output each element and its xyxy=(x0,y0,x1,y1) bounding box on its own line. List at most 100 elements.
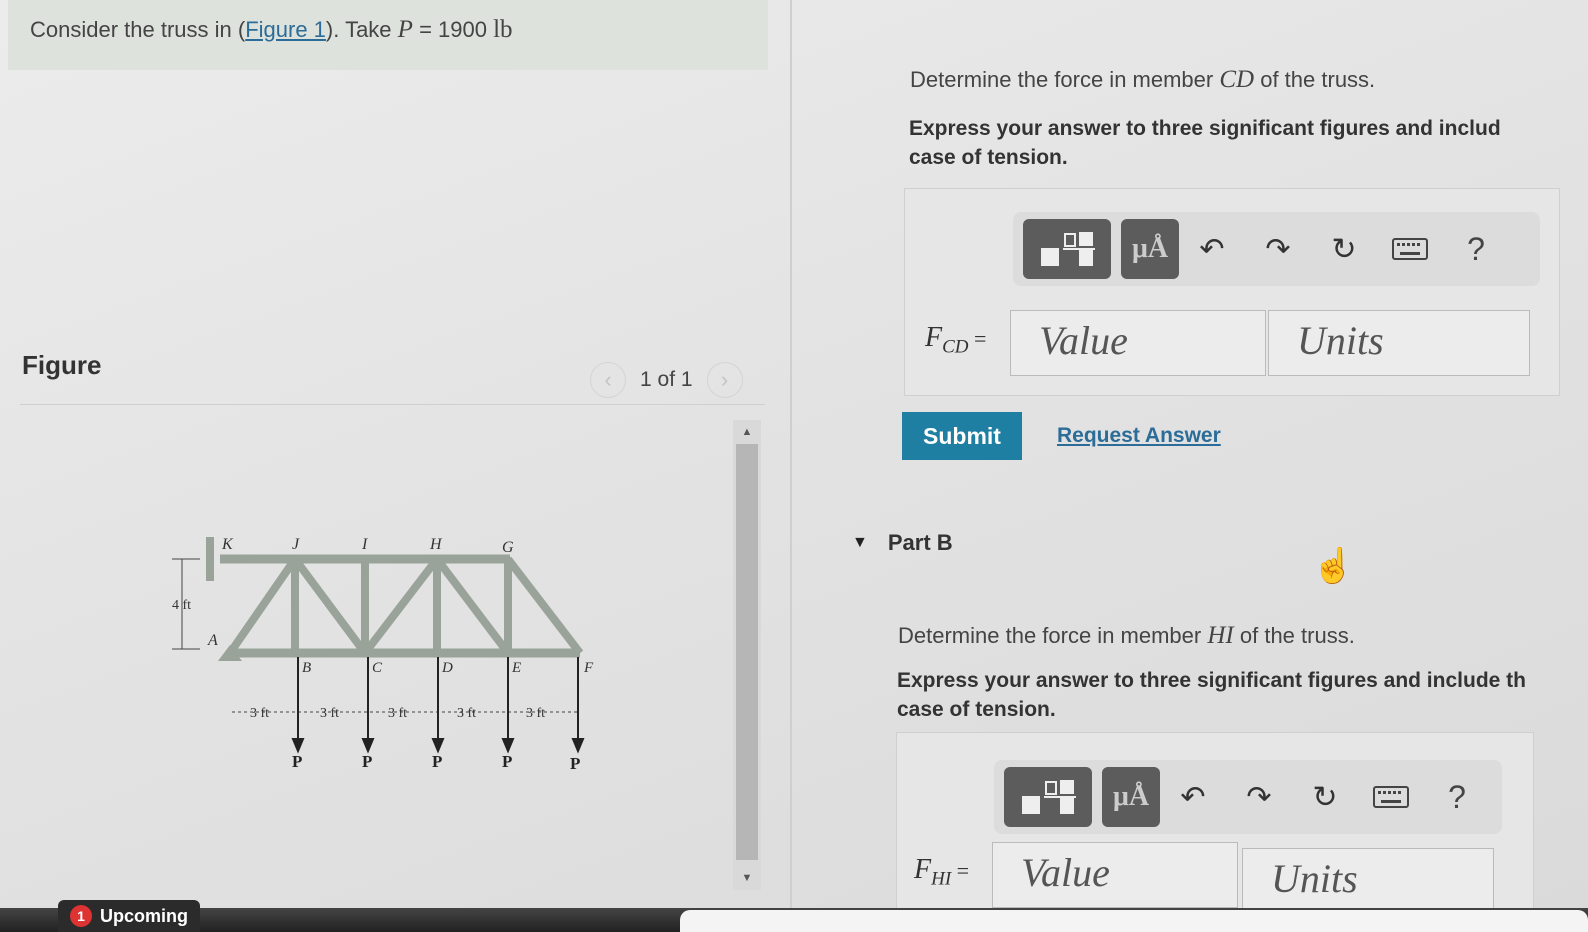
part-b-header[interactable]: ▼ Part B xyxy=(852,530,953,556)
load-label-f: P xyxy=(570,754,580,773)
part-b-units-input[interactable]: Units xyxy=(1242,848,1494,914)
redo-icon[interactable]: ↷ xyxy=(1245,222,1311,276)
taskbar-window xyxy=(680,910,1588,932)
os-taskbar xyxy=(0,908,1588,932)
part-a-member: CD xyxy=(1219,66,1255,93)
templates-icon[interactable] xyxy=(1023,219,1111,279)
node-b: B xyxy=(302,660,311,676)
span-label-5: 3 ft xyxy=(526,706,545,721)
request-answer-link[interactable]: Request Answer xyxy=(1057,424,1221,448)
part-b-variable: FHI = xyxy=(914,854,969,891)
span-label-3: 3 ft xyxy=(388,706,407,721)
node-c: C xyxy=(372,660,383,676)
upcoming-tab[interactable]: 1 Upcoming xyxy=(58,900,200,932)
member-he xyxy=(433,556,512,656)
part-b-instruction: Express your answer to three significant… xyxy=(897,666,1588,724)
scroll-up-arrow-icon[interactable]: ▲ xyxy=(733,422,761,442)
load-head-e xyxy=(501,738,515,754)
templates-icon[interactable] xyxy=(1004,767,1092,827)
load-head-f xyxy=(571,738,585,754)
upcoming-label: Upcoming xyxy=(100,905,188,926)
part-a-question-prefix: Determine the force in member xyxy=(910,67,1214,92)
part-b-value-input[interactable]: Value xyxy=(992,842,1238,908)
scroll-down-arrow-icon[interactable]: ▼ xyxy=(733,868,761,888)
part-b-title: Part B xyxy=(887,530,953,555)
figure-link[interactable]: Figure 1 xyxy=(245,17,326,42)
part-b-member: HI xyxy=(1207,622,1234,649)
reset-icon[interactable]: ↻ xyxy=(1311,222,1377,276)
load-label-e: P xyxy=(502,752,512,771)
undo-icon[interactable]: ↶ xyxy=(1179,222,1245,276)
mu-button[interactable]: μÅ xyxy=(1102,767,1160,827)
node-d: D xyxy=(441,660,453,676)
part-a-var-main: F xyxy=(925,322,943,353)
load-label-c: P xyxy=(362,752,372,771)
left-pane: Consider the truss in (Figure 1). Take P… xyxy=(0,0,785,932)
help-icon[interactable]: ? xyxy=(1443,222,1509,276)
redo-icon[interactable]: ↷ xyxy=(1226,770,1292,824)
node-j: J xyxy=(292,536,300,553)
member-ch xyxy=(361,556,441,656)
height-label: 4 ft xyxy=(172,598,191,613)
problem-suffix: ). Take xyxy=(325,17,392,42)
mu-label: μÅ xyxy=(1131,233,1169,264)
part-b-var-sub: HI xyxy=(931,868,952,890)
part-b-question: Determine the force in member HI of the … xyxy=(898,622,1355,650)
figure-divider xyxy=(20,404,765,405)
wall-support xyxy=(206,537,214,581)
figure-pager: ‹ 1 of 1 › xyxy=(590,362,743,398)
load-head-d xyxy=(431,738,445,754)
part-a-instruction-line2: case of tension. xyxy=(909,146,1068,169)
part-b-question-prefix: Determine the force in member xyxy=(898,623,1202,648)
part-a-variable: FCD = xyxy=(925,322,986,359)
span-label-1: 3 ft xyxy=(250,706,269,721)
problem-var-p: P xyxy=(397,16,413,43)
part-a-value-input[interactable]: Value xyxy=(1010,310,1266,376)
part-a-question-suffix: of the truss. xyxy=(1260,67,1376,92)
mu-label: μÅ xyxy=(1112,781,1150,812)
part-b-toolbar: μÅ ↶ ↷ ↻ ? xyxy=(994,760,1502,834)
node-h: H xyxy=(429,536,443,553)
figure-scrollbar[interactable]: ▲ ▼ xyxy=(733,420,761,890)
truss-diagram: 4 ft K J I H G A B C D E F 3 ft 3 ft 3 f… xyxy=(172,536,594,773)
part-b-var-main: F xyxy=(914,854,932,885)
chevron-left-icon[interactable]: ‹ xyxy=(590,362,626,398)
load-head-b xyxy=(291,738,305,754)
load-head-c xyxy=(361,738,375,754)
span-label-2: 3 ft xyxy=(320,706,339,721)
part-b-instruction-line2: case of tension. xyxy=(897,698,1056,721)
part-a-instruction-line1: Express your answer to three significant… xyxy=(909,117,1501,140)
part-a-var-eq: = xyxy=(968,326,987,351)
span-label-4: 3 ft xyxy=(457,706,476,721)
notification-badge: 1 xyxy=(70,905,92,927)
member-gf xyxy=(504,556,584,656)
scroll-thumb[interactable] xyxy=(736,444,758,860)
part-a-toolbar: μÅ ↶ ↷ ↻ ? xyxy=(1013,212,1540,286)
part-b-question-suffix: of the truss. xyxy=(1239,623,1355,648)
submit-button[interactable]: Submit xyxy=(902,412,1022,460)
problem-unit: lb xyxy=(493,16,513,43)
node-i: I xyxy=(361,536,368,553)
chevron-right-icon[interactable]: › xyxy=(706,362,743,398)
node-g: G xyxy=(502,539,514,556)
part-a-units-input[interactable]: Units xyxy=(1268,310,1530,376)
problem-statement: Consider the truss in (Figure 1). Take P… xyxy=(8,0,768,70)
node-k: K xyxy=(221,536,234,553)
member-jc xyxy=(291,556,369,656)
node-e: E xyxy=(511,660,521,676)
problem-value: = 1900 xyxy=(412,17,487,42)
collapse-triangle-icon[interactable]: ▼ xyxy=(852,534,868,552)
keyboard-icon[interactable] xyxy=(1358,770,1424,824)
keyboard-icon[interactable] xyxy=(1377,222,1443,276)
help-icon[interactable]: ? xyxy=(1424,770,1490,824)
part-a-instruction: Express your answer to three significant… xyxy=(909,114,1588,172)
node-f: F xyxy=(583,660,594,676)
pager-count: 1 of 1 xyxy=(640,368,693,391)
undo-icon[interactable]: ↶ xyxy=(1160,770,1226,824)
reset-icon[interactable]: ↻ xyxy=(1292,770,1358,824)
part-b-var-eq: = xyxy=(951,858,970,883)
part-b-instruction-line1: Express your answer to three significant… xyxy=(897,669,1526,692)
part-a-question: Determine the force in member CD of the … xyxy=(910,66,1375,94)
load-label-b: P xyxy=(292,752,302,771)
mu-button[interactable]: μÅ xyxy=(1121,219,1179,279)
